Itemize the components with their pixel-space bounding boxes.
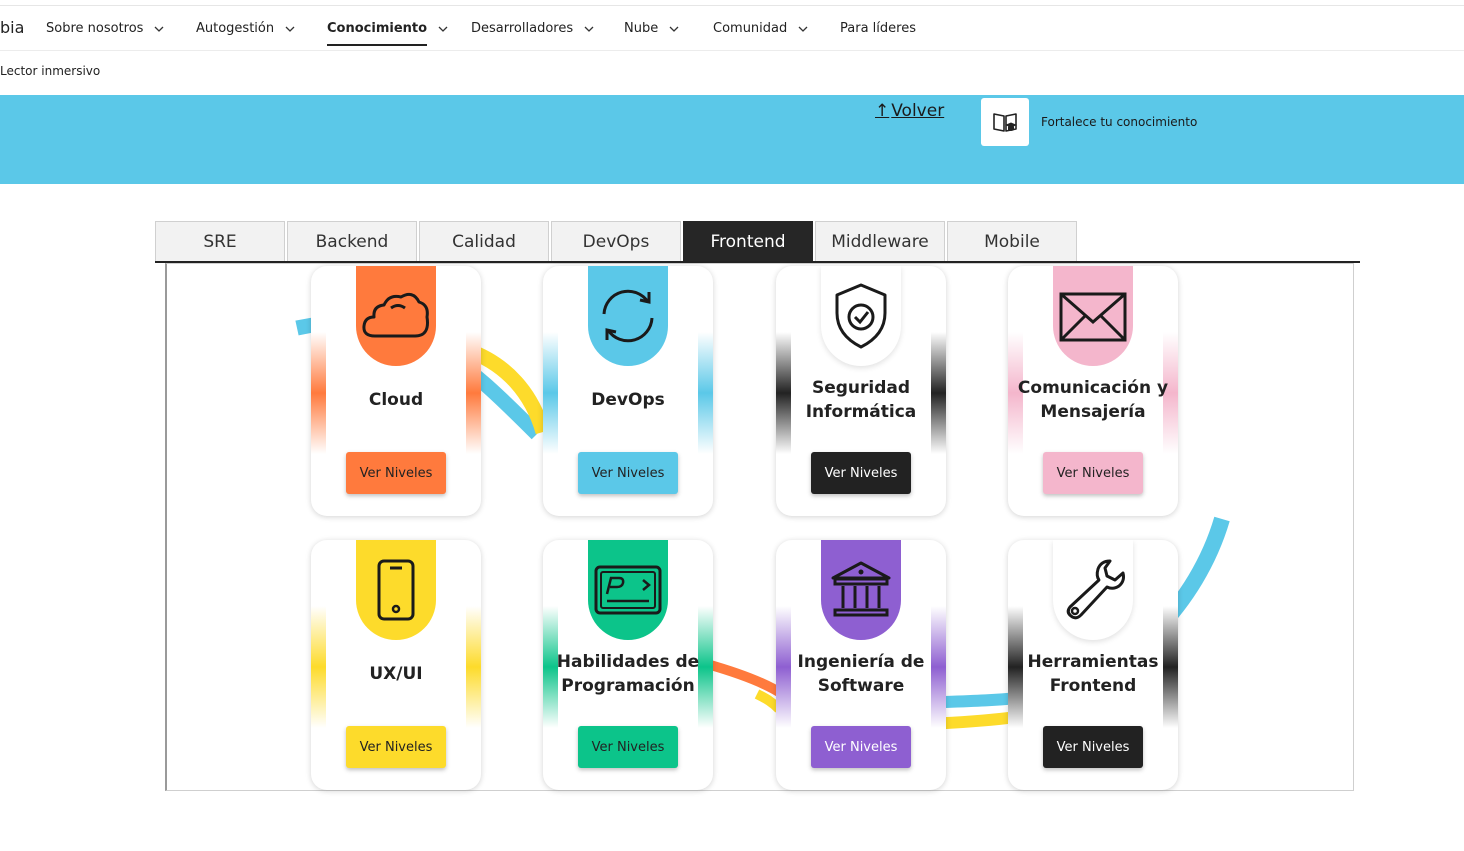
nav-item-label: Nube <box>624 21 659 36</box>
card-title: Herramientas Frontend <box>1027 652 1159 696</box>
tab-frontend[interactable]: Frontend <box>683 221 813 261</box>
tab-calidad[interactable]: Calidad <box>419 221 549 261</box>
refresh-icon <box>588 266 668 366</box>
card-title: DevOps <box>591 390 665 410</box>
nav-item-desarrolladores[interactable]: Desarrolladores <box>471 21 595 36</box>
chevron-down-icon <box>798 26 808 32</box>
chevron-down-icon <box>285 26 295 32</box>
card-title: Cloud <box>368 390 424 410</box>
card-seguridad-informatica[interactable]: Seguridad Informática Ver Niveles <box>776 266 946 516</box>
card-herramientas-frontend[interactable]: Herramientas Frontend Ver Niveles <box>1008 540 1178 790</box>
strengthen-knowledge-label: Fortalece tu conocimiento <box>1041 115 1198 129</box>
nav-item-label: Conocimiento <box>327 21 428 36</box>
nav-item-comunidad[interactable]: Comunidad <box>713 21 809 36</box>
category-tabs: SRE Backend Calidad DevOps Frontend Midd… <box>155 221 1077 261</box>
card-ux-ui[interactable]: UX/UI Ver Niveles <box>311 540 481 790</box>
tab-mobile[interactable]: Mobile <box>947 221 1077 261</box>
ver-niveles-button[interactable]: Ver Niveles <box>811 726 911 768</box>
back-link-label: Volver <box>891 101 945 121</box>
tab-backend[interactable]: Backend <box>287 221 417 261</box>
back-link[interactable]: ↑ Volver <box>875 101 944 121</box>
smartphone-icon <box>356 540 436 640</box>
ver-niveles-button[interactable]: Ver Niveles <box>1043 452 1143 494</box>
ver-niveles-button[interactable]: Ver Niveles <box>346 726 446 768</box>
nav-item-label: Comunidad <box>713 21 788 36</box>
nav-item-label: Autogestión <box>196 21 275 36</box>
wrench-icon <box>1053 540 1133 640</box>
ver-niveles-button[interactable]: Ver Niveles <box>346 452 446 494</box>
cloud-icon <box>356 266 436 366</box>
nav-item-autogestion[interactable]: Autogestión <box>196 21 296 36</box>
nav-item-sobre-nosotros[interactable]: Sobre nosotros <box>46 21 165 36</box>
ver-niveles-button[interactable]: Ver Niveles <box>811 452 911 494</box>
frontend-panel: Cloud Ver Niveles DevOps Ver Niveles Seg… <box>165 263 1354 791</box>
envelope-icon <box>1053 266 1133 366</box>
nav-item-conocimiento[interactable]: Conocimiento <box>327 21 449 46</box>
tab-middleware[interactable]: Middleware <box>815 221 945 261</box>
nav-item-label: Sobre nosotros <box>46 21 144 36</box>
ver-niveles-button[interactable]: Ver Niveles <box>578 726 678 768</box>
card-ingenieria-software[interactable]: Ingeniería de Software Ver Niveles <box>776 540 946 790</box>
card-habilidades-programacion[interactable]: Habilidades de Programación Ver Niveles <box>543 540 713 790</box>
brand-name-fragment: bia <box>0 18 25 37</box>
card-comunicacion-mensajeria[interactable]: Comunicación y Mensajería Ver Niveles <box>1008 266 1178 516</box>
top-navigation: bia Sobre nosotros Autogestión Conocimie… <box>0 5 1464 51</box>
nav-item-label: Desarrolladores <box>471 21 574 36</box>
immersive-reader-link[interactable]: Lector inmersivo <box>0 64 100 78</box>
code-card-icon <box>588 540 668 640</box>
nav-item-para-lideres[interactable]: Para líderes <box>840 21 916 36</box>
nav-item-nube[interactable]: Nube <box>624 21 680 36</box>
chevron-down-icon <box>154 26 164 32</box>
hero-banner: ↑ Volver Fortalece tu conocimiento <box>0 95 1464 184</box>
chevron-down-icon <box>584 26 594 32</box>
chevron-down-icon <box>438 26 448 32</box>
card-devops[interactable]: DevOps Ver Niveles <box>543 266 713 516</box>
nav-item-label: Para líderes <box>840 21 916 36</box>
card-cloud[interactable]: Cloud Ver Niveles <box>311 266 481 516</box>
card-title: Habilidades de Programación <box>556 652 700 696</box>
bank-building-icon <box>821 540 901 640</box>
card-title: Seguridad Informática <box>805 378 917 422</box>
book-graduation-icon[interactable] <box>981 98 1029 146</box>
tab-devops[interactable]: DevOps <box>551 221 681 261</box>
shield-check-icon <box>821 266 901 366</box>
chevron-down-icon <box>669 26 679 32</box>
arrow-up-icon: ↑ <box>875 101 890 121</box>
card-title: Ingeniería de Software <box>797 652 925 696</box>
tab-sre[interactable]: SRE <box>155 221 285 261</box>
ver-niveles-button[interactable]: Ver Niveles <box>578 452 678 494</box>
card-title: Comunicación y Mensajería <box>1017 378 1169 422</box>
ver-niveles-button[interactable]: Ver Niveles <box>1043 726 1143 768</box>
card-title: UX/UI <box>369 664 423 684</box>
